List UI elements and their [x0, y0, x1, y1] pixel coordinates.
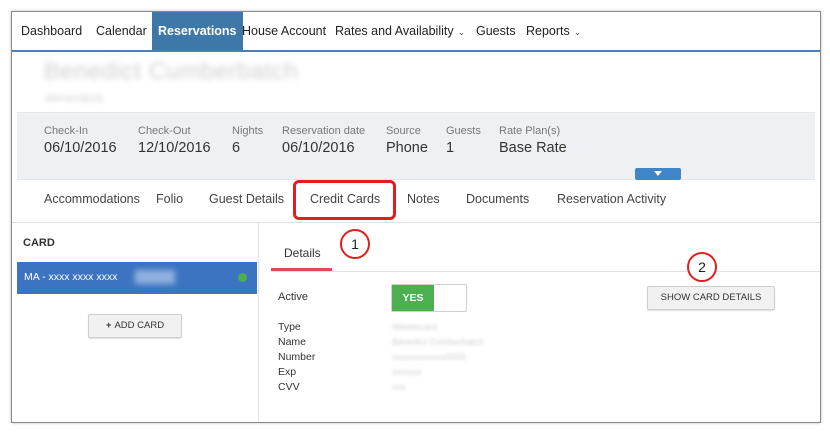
summary-value: 06/10/2016 [282, 140, 355, 156]
summary-rate-plan: Rate Plan(s) Base Rate [499, 125, 567, 156]
card-number-redacted [135, 270, 175, 284]
tabs-divider [12, 222, 820, 223]
card-label: MA - xxxx xxxx xxxx [24, 271, 118, 283]
field-number-label: Number [278, 351, 316, 363]
chevron-down-icon: ⌄ [457, 27, 466, 37]
summary-value: Phone [386, 140, 428, 156]
summary-value: 6 [232, 140, 241, 156]
active-label: Active [278, 291, 308, 303]
nav-divider [12, 50, 820, 52]
callout-1: 1 [340, 229, 370, 259]
card-list-item[interactable]: MA - xxxx xxxx xxxx [17, 262, 257, 294]
chevron-down-icon: ⌄ [573, 27, 582, 37]
guest-id: 4RFMX9E0S [45, 94, 104, 105]
field-name-label: Name [278, 336, 307, 348]
summary-checkout: Check-Out 12/10/2016 [138, 125, 211, 156]
nav-house-account[interactable]: House Account [242, 12, 326, 50]
summary-label: Reservation date [282, 125, 366, 137]
collapse-summary-button[interactable] [635, 168, 681, 180]
active-status-dot [238, 273, 247, 282]
nav-guests[interactable]: Guests [476, 12, 516, 50]
summary-reservation-date: Reservation date 06/10/2016 [282, 125, 365, 156]
panel-divider [258, 223, 259, 422]
toggle-on-label: YES [392, 285, 434, 311]
summary-value: 1 [446, 140, 455, 156]
nav-reports-label: Reports [526, 24, 570, 38]
summary-value: 06/10/2016 [44, 140, 117, 156]
details-tab[interactable]: Details [284, 246, 321, 260]
nav-dashboard[interactable]: Dashboard [21, 12, 82, 50]
summary-checkin: Check-In 06/10/2016 [44, 125, 117, 156]
active-toggle[interactable]: YES [391, 284, 467, 312]
summary-value: Base Rate [499, 140, 567, 156]
summary-nights: Nights 6 [232, 125, 263, 156]
credit-cards-highlight [293, 180, 396, 220]
tab-reservation-activity[interactable]: Reservation Activity [557, 192, 666, 206]
field-cvv-value: xxx [392, 382, 406, 392]
summary-label: Check-Out [138, 125, 191, 137]
nav-reservations[interactable]: Reservations [152, 12, 243, 50]
summary-source: Source Phone [386, 125, 428, 156]
plus-icon: + [105, 320, 112, 331]
tab-notes[interactable]: Notes [407, 192, 440, 206]
field-number-value: xxxxxxxxxxxx0055 [392, 352, 467, 362]
nav-reports[interactable]: Reports ⌄ [526, 12, 581, 50]
field-exp-value: xx/xxxx [392, 367, 422, 377]
field-type-label: Type [278, 321, 301, 333]
reservation-summary: Check-In 06/10/2016 Check-Out 12/10/2016… [17, 112, 815, 180]
field-cvv-label: CVV [278, 381, 300, 393]
card-panel-header: CARD [23, 237, 55, 249]
summary-label: Guests [446, 125, 481, 137]
add-card-label: ADD CARD [114, 320, 165, 331]
tab-folio[interactable]: Folio [156, 192, 183, 206]
nav-rates-availability[interactable]: Rates and Availability ⌄ [335, 12, 465, 50]
summary-label: Nights [232, 125, 264, 137]
tab-documents[interactable]: Documents [466, 192, 529, 206]
nav-rates-label: Rates and Availability [335, 24, 454, 38]
field-exp-label: Exp [278, 366, 297, 378]
tab-accommodations[interactable]: Accommodations [44, 192, 140, 206]
guest-name: Benedict Cumberbatch [44, 58, 299, 85]
app-window: Dashboard Calendar Reservations House Ac… [11, 11, 821, 423]
show-card-details-button[interactable]: SHOW CARD DETAILS [647, 286, 775, 310]
summary-label: Check-In [44, 125, 89, 137]
field-name-value: Benedict Cumberbatch [392, 337, 484, 347]
tab-guest-details[interactable]: Guest Details [209, 192, 284, 206]
summary-label: Rate Plan(s) [499, 125, 561, 137]
summary-guests: Guests 1 [446, 125, 481, 156]
field-type-value: Mastercard [392, 322, 438, 332]
details-divider [271, 271, 820, 272]
summary-value: 12/10/2016 [138, 140, 211, 156]
callout-2: 2 [687, 252, 717, 282]
top-nav: Dashboard Calendar Reservations House Ac… [12, 12, 820, 50]
summary-label: Source [386, 125, 421, 137]
nav-calendar[interactable]: Calendar [96, 12, 147, 50]
add-card-button[interactable]: + ADD CARD [88, 314, 182, 338]
